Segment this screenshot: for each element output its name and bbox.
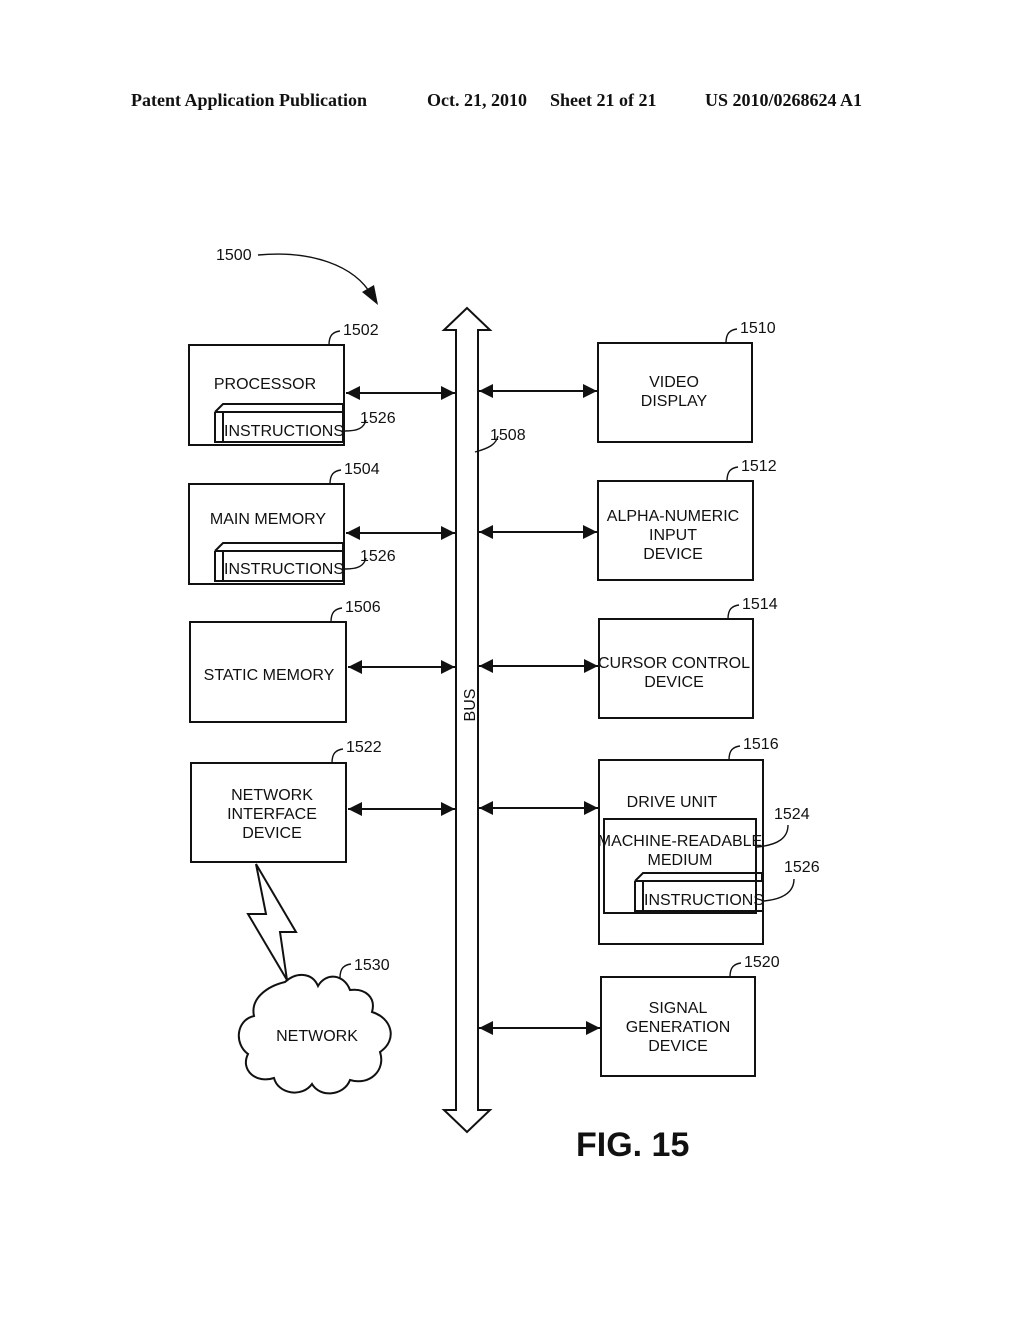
alpha-numeric-ref: 1512 [741, 458, 777, 475]
ref-leader [729, 962, 742, 978]
processor-label: PROCESSOR [214, 376, 316, 393]
network-label: NETWORK [276, 1028, 358, 1045]
ref-leader [328, 330, 341, 346]
network-cloud: NETWORK 1530 [238, 957, 392, 1095]
video-display-label-line-1: VIDEO [649, 374, 699, 391]
figure-label: FIG. 15 [576, 1126, 689, 1164]
system-ref-arrow [257, 253, 373, 297]
medium-label-line-1: MACHINE-READABLE [598, 833, 762, 850]
medium-ref: 1524 [774, 806, 810, 823]
ref-leader [727, 604, 740, 620]
bus-label: BUS [462, 689, 479, 722]
signal-generation-label-line-3: DEVICE [648, 1038, 708, 1055]
static-memory-label: STATIC MEMORY [204, 667, 335, 684]
signal-generation-ref: 1520 [744, 954, 780, 971]
main-memory-label: MAIN MEMORY [210, 511, 326, 528]
system-ref-label: 1500 [216, 247, 252, 264]
processor-ref: 1502 [343, 322, 379, 339]
ref-leader [329, 469, 342, 485]
drive-unit-block: DRIVE UNIT MACHINE-READABLE MEDIUM INSTR… [598, 736, 820, 945]
block-diagram: 1500 BUS 1508 PROCESSOR INSTRUCTIONS 152… [188, 247, 820, 1164]
system-ref-arrowhead [362, 285, 378, 305]
main-memory-ref: 1504 [344, 461, 380, 478]
signal-generation-label-line-1: SIGNAL [649, 1000, 708, 1017]
alpha-numeric-label-line-1: ALPHA-NUMERIC [607, 508, 739, 525]
main-memory-instructions-label: INSTRUCTIONS [224, 561, 344, 578]
network-interface-device-block: NETWORK INTERFACE DEVICE 1522 [190, 739, 382, 863]
drive-unit-ref: 1516 [743, 736, 779, 753]
cursor-control-device-block: CURSOR CONTROL DEVICE 1514 [598, 596, 778, 719]
ref-leader [331, 748, 344, 764]
drive-unit-instructions-label: INSTRUCTIONS [644, 892, 764, 909]
main-memory-instructions-ref: 1526 [360, 548, 396, 565]
cursor-control-label-line-2: DEVICE [644, 674, 704, 691]
ref-leader [763, 878, 795, 902]
drive-unit-label: DRIVE UNIT [627, 794, 718, 811]
medium-label-line-2: MEDIUM [648, 852, 713, 869]
signal-generation-device-block: SIGNAL GENERATION DEVICE 1520 [600, 954, 780, 1077]
main-memory-block: MAIN MEMORY INSTRUCTIONS 1526 1504 [188, 461, 396, 585]
network-interface-label-line-1: NETWORK [231, 787, 313, 804]
network-interface-label-line-3: DEVICE [242, 825, 302, 842]
network-ref: 1530 [354, 957, 390, 974]
processor-instructions-label: INSTRUCTIONS [224, 423, 344, 440]
wireless-link-icon [246, 863, 298, 981]
alpha-numeric-input-device-block: ALPHA-NUMERIC INPUT DEVICE 1512 [597, 458, 777, 581]
static-memory-block: STATIC MEMORY 1506 [189, 599, 381, 723]
video-display-ref: 1510 [740, 320, 776, 337]
static-memory-ref: 1506 [345, 599, 381, 616]
video-display-label-line-2: DISPLAY [641, 393, 708, 410]
network-interface-label-line-2: INTERFACE [227, 806, 317, 823]
alpha-numeric-label-line-3: DEVICE [643, 546, 703, 563]
ref-leader [339, 963, 352, 979]
signal-generation-label-line-2: GENERATION [626, 1019, 731, 1036]
network-interface-ref: 1522 [346, 739, 382, 756]
processor-block: PROCESSOR INSTRUCTIONS 1526 1502 [188, 322, 396, 446]
processor-instructions-ref: 1526 [360, 410, 396, 427]
ref-leader [330, 607, 343, 623]
cursor-control-label-line-1: CURSOR CONTROL [598, 655, 750, 672]
ref-leader [726, 466, 739, 482]
cursor-control-ref: 1514 [742, 596, 778, 613]
ref-leader [725, 328, 738, 344]
alpha-numeric-label-line-2: INPUT [649, 527, 697, 544]
bus-ref: 1508 [490, 427, 526, 444]
drive-unit-instructions-ref: 1526 [784, 859, 820, 876]
video-display-block: VIDEO DISPLAY 1510 [597, 320, 776, 443]
ref-leader [728, 745, 741, 761]
